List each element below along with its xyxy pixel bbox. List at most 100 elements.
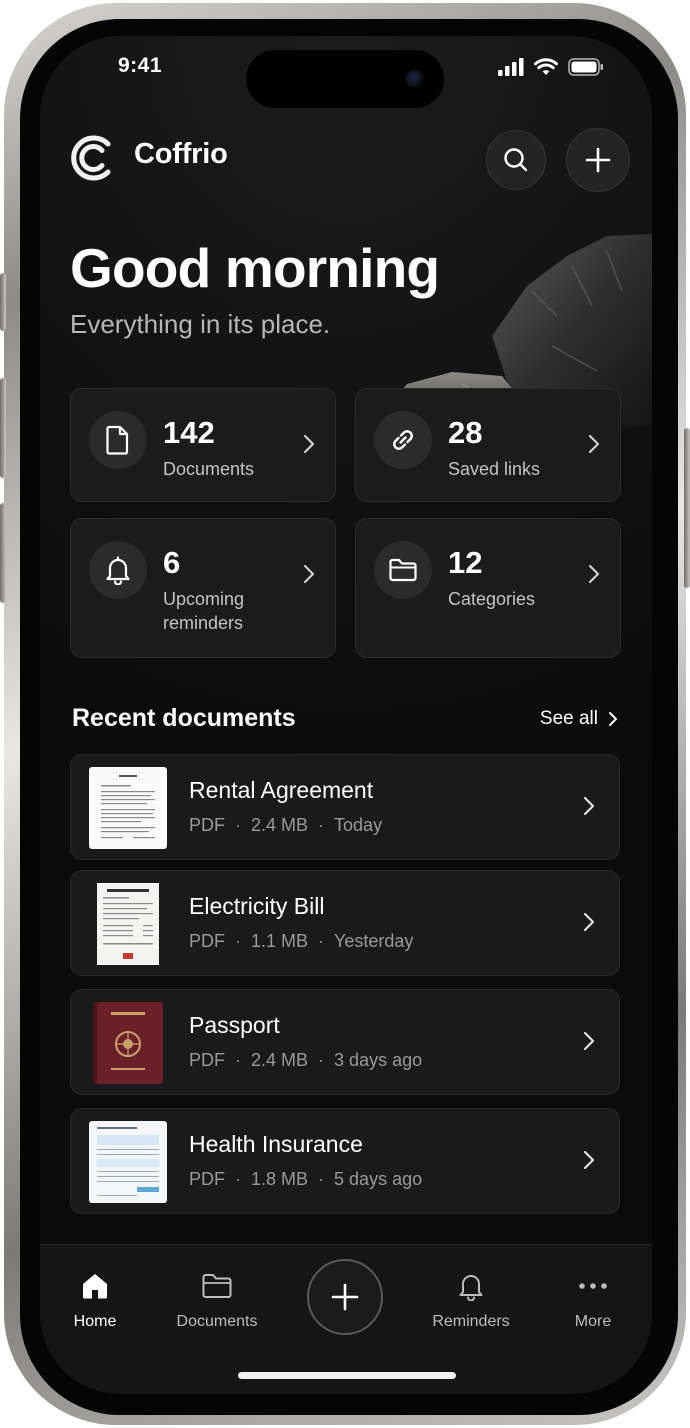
separator-dot: · bbox=[318, 1169, 325, 1189]
document-page-icon bbox=[101, 775, 155, 839]
document-type: PDF bbox=[189, 1050, 225, 1070]
stat-icon-circle bbox=[374, 411, 432, 469]
separator-dot: · bbox=[235, 931, 241, 951]
stat-count: 28 bbox=[448, 415, 483, 450]
document-icon bbox=[106, 425, 129, 455]
document-date: 5 days ago bbox=[334, 1169, 423, 1189]
stat-label: Saved links bbox=[448, 459, 541, 479]
status-time: 9:41 bbox=[118, 54, 163, 77]
greeting-subtitle: Everything in its place. bbox=[70, 309, 331, 339]
chevron-right-icon bbox=[609, 712, 617, 726]
chevron-right-icon bbox=[303, 434, 315, 454]
tab-label: Home bbox=[73, 1313, 117, 1330]
document-thumbnail bbox=[93, 1002, 163, 1084]
dynamic-island bbox=[246, 50, 444, 108]
add-button[interactable] bbox=[566, 128, 630, 192]
stat-icon-circle bbox=[89, 541, 147, 599]
bell-icon bbox=[459, 1275, 483, 1301]
document-thumbnail bbox=[89, 883, 167, 965]
separator-dot: · bbox=[318, 1050, 325, 1070]
tab-label: Reminders bbox=[432, 1313, 510, 1330]
plus-icon bbox=[331, 1283, 359, 1311]
tab-home[interactable]: Home bbox=[40, 1269, 150, 1331]
separator-dot: · bbox=[235, 815, 241, 835]
stat-icon-circle bbox=[374, 541, 432, 599]
tab-more[interactable]: More bbox=[538, 1269, 648, 1331]
search-button[interactable] bbox=[486, 130, 546, 190]
link-icon bbox=[393, 430, 413, 450]
separator-dot: · bbox=[235, 1169, 241, 1189]
volume-down-button bbox=[0, 503, 6, 603]
tab-label: More bbox=[574, 1313, 612, 1330]
chevron-right-icon bbox=[588, 434, 600, 454]
tab-documents[interactable]: Documents bbox=[162, 1269, 272, 1331]
insurance-form-icon bbox=[97, 1127, 159, 1196]
document-date: Today bbox=[334, 815, 383, 835]
stat-card-reminders[interactable]: 6 Upcoming reminders bbox=[70, 518, 336, 658]
cellular-signal-icon bbox=[498, 58, 524, 76]
document-row-electricity-bill[interactable]: Electricity Bill PDF · 1.1 MB · Yesterday bbox=[70, 870, 620, 976]
document-thumbnail bbox=[89, 767, 167, 849]
document-size: 2.4 MB bbox=[251, 1050, 309, 1070]
stat-label: Documents bbox=[163, 459, 255, 479]
chevron-right-icon bbox=[583, 1150, 595, 1170]
more-dots-icon bbox=[579, 1283, 607, 1289]
document-size: 1.1 MB bbox=[251, 931, 309, 951]
search-icon bbox=[504, 148, 528, 172]
chevron-right-icon bbox=[588, 564, 600, 584]
document-thumbnail bbox=[89, 1121, 167, 1203]
document-type: PDF bbox=[189, 815, 225, 835]
document-row-rental-agreement[interactable]: Rental Agreement PDF · 2.4 MB · Today bbox=[70, 754, 620, 860]
wifi-icon bbox=[534, 58, 558, 75]
stat-card-saved-links[interactable]: 28 Saved links bbox=[355, 388, 621, 502]
stat-count: 142 bbox=[163, 415, 215, 450]
stat-card-categories[interactable]: 12 Categories bbox=[355, 518, 621, 658]
chevron-right-icon bbox=[583, 1031, 595, 1051]
home-icon bbox=[83, 1274, 107, 1299]
chevron-right-icon bbox=[583, 912, 595, 932]
stat-icon-circle bbox=[89, 411, 147, 469]
document-meta: PDF · 2.4 MB · 3 days ago bbox=[189, 1050, 422, 1071]
passport-icon bbox=[93, 1002, 163, 1084]
stat-count: 6 bbox=[163, 545, 181, 580]
app-screen: 9:41 Coffrio Good morning Everything in … bbox=[40, 36, 652, 1394]
document-type: PDF bbox=[189, 1169, 225, 1189]
document-type: PDF bbox=[189, 931, 225, 951]
stat-label: Categories bbox=[448, 589, 536, 609]
separator-dot: · bbox=[235, 1050, 241, 1070]
document-title: Passport bbox=[189, 1012, 280, 1038]
folder-icon bbox=[202, 1274, 232, 1298]
see-all-label: See all bbox=[539, 708, 598, 729]
document-meta: PDF · 1.8 MB · 5 days ago bbox=[189, 1169, 422, 1190]
separator-dot: · bbox=[318, 815, 325, 835]
document-meta: PDF · 1.1 MB · Yesterday bbox=[189, 931, 413, 952]
bell-icon bbox=[106, 556, 130, 585]
document-title: Health Insurance bbox=[189, 1131, 363, 1157]
document-size: 1.8 MB bbox=[251, 1169, 309, 1189]
camera-icon bbox=[406, 70, 424, 88]
document-title: Rental Agreement bbox=[189, 777, 374, 803]
stat-label: Upcoming reminders bbox=[163, 589, 245, 633]
bell-icon-wrap bbox=[416, 1269, 526, 1303]
document-date: Yesterday bbox=[334, 931, 414, 951]
home-icon-wrap bbox=[40, 1269, 150, 1303]
document-title: Electricity Bill bbox=[189, 893, 325, 919]
see-all-link[interactable]: See all bbox=[540, 708, 618, 730]
tab-reminders[interactable]: Reminders bbox=[416, 1269, 526, 1331]
greeting-title: Good morning bbox=[70, 237, 440, 299]
document-row-passport[interactable]: Passport PDF · 2.4 MB · 3 days ago bbox=[70, 989, 620, 1095]
stat-count: 12 bbox=[448, 545, 483, 580]
stat-card-documents[interactable]: 142 Documents bbox=[70, 388, 336, 502]
brand-name: Coffrio bbox=[134, 138, 228, 170]
more-icon-wrap bbox=[538, 1269, 648, 1303]
chevron-right-icon bbox=[303, 564, 315, 584]
document-date: 3 days ago bbox=[334, 1050, 423, 1070]
chevron-right-icon bbox=[583, 796, 595, 816]
document-row-health-insurance[interactable]: Health Insurance PDF · 1.8 MB · 5 days ago bbox=[70, 1108, 620, 1214]
status-icons bbox=[498, 58, 604, 76]
document-meta: PDF · 2.4 MB · Today bbox=[189, 815, 382, 836]
coffrio-logo-icon bbox=[71, 135, 111, 181]
add-document-fab[interactable] bbox=[307, 1259, 383, 1335]
folder-icon bbox=[389, 558, 417, 582]
power-button bbox=[684, 428, 690, 588]
